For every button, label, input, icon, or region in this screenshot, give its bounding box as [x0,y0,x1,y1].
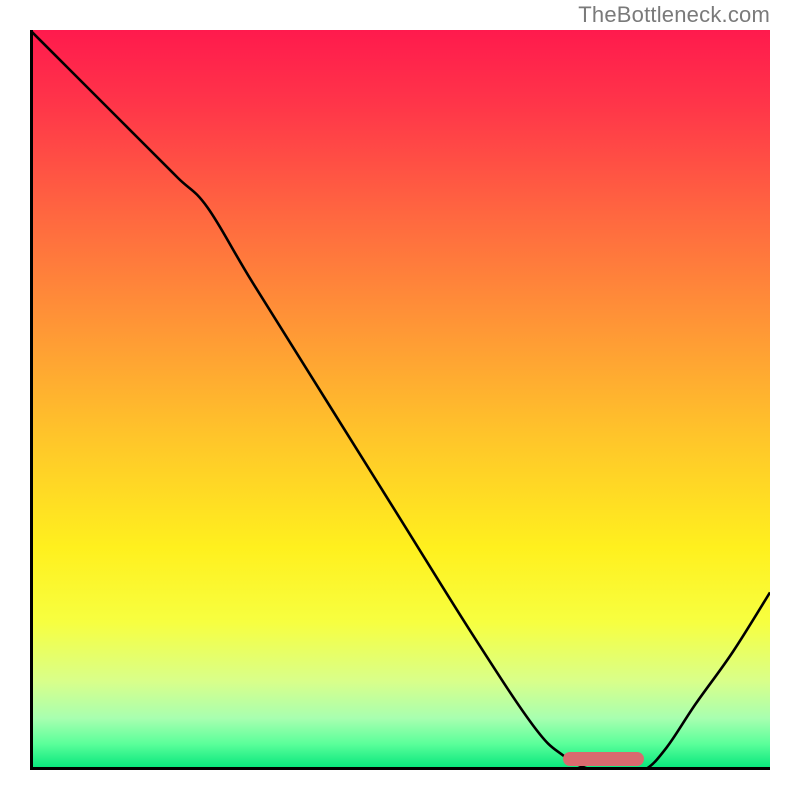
plot-area [30,30,770,770]
x-axis [30,767,770,770]
bottleneck-curve [30,30,770,770]
watermark-label: TheBottleneck.com [578,2,770,28]
y-axis [30,30,33,770]
optimal-range-marker [563,752,644,766]
chart-container: TheBottleneck.com [0,0,800,800]
